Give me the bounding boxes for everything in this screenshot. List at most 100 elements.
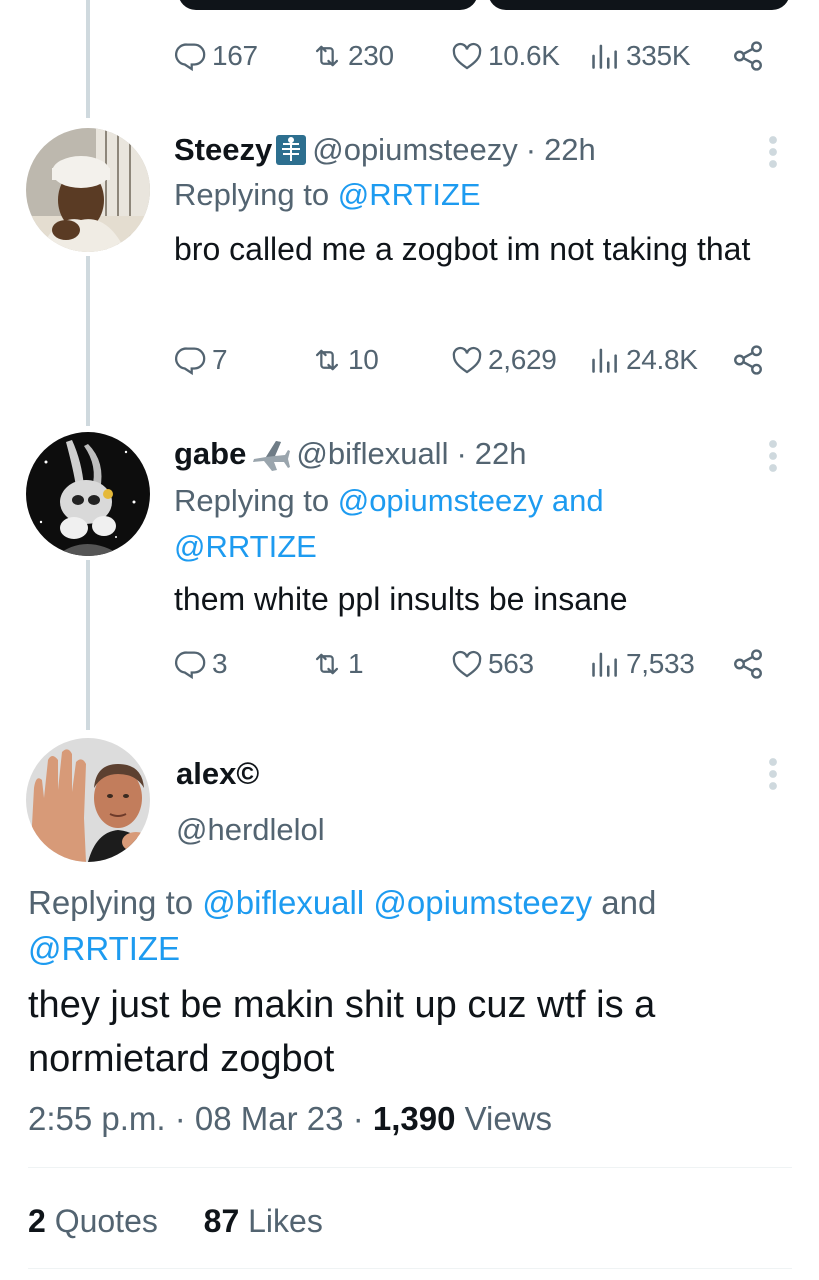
mention-link[interactable]: @RRTIZE bbox=[28, 930, 180, 967]
share-button[interactable] bbox=[730, 340, 766, 380]
reply-icon bbox=[174, 39, 208, 73]
views-button[interactable]: 335K bbox=[588, 36, 691, 76]
like-count: 2,629 bbox=[488, 344, 557, 375]
reply-count: 7 bbox=[212, 344, 228, 375]
reply-button[interactable]: 167 bbox=[174, 36, 258, 76]
reply-count: 3 bbox=[212, 648, 228, 679]
engagement-stats: 2 Quotes 87 Likes bbox=[28, 1198, 323, 1244]
views-count: 1,390 bbox=[372, 1100, 456, 1137]
heart-icon bbox=[450, 343, 484, 377]
views-count: 335K bbox=[626, 40, 691, 71]
views-icon bbox=[588, 647, 622, 681]
like-count: 10.6K bbox=[488, 40, 560, 71]
likes-label: Likes bbox=[248, 1203, 323, 1239]
tweet-text: they just be makin shit up cuz wtf is a … bbox=[28, 984, 656, 1080]
separator-dot: · bbox=[525, 132, 537, 167]
reply-button[interactable]: 7 bbox=[174, 340, 228, 380]
separator-dot: · bbox=[174, 1100, 186, 1137]
like-button[interactable]: 2,629 bbox=[450, 340, 557, 380]
like-button[interactable]: 563 bbox=[450, 644, 534, 684]
reply-icon bbox=[174, 647, 208, 681]
x-ray-icon bbox=[276, 135, 307, 165]
views-count: 7,533 bbox=[626, 648, 695, 679]
views-button[interactable]: 24.8K bbox=[588, 340, 698, 380]
replying-to: Replying to @opiumsteezy and @RRTIZE bbox=[174, 478, 734, 570]
like-count: 563 bbox=[488, 648, 534, 679]
replying-label: Replying to bbox=[28, 884, 194, 921]
user-handle[interactable]: @herdlelol bbox=[176, 808, 325, 852]
mention-link[interactable]: @biflexuall bbox=[202, 884, 364, 921]
more-options-icon[interactable] bbox=[765, 438, 781, 474]
likes-count: 87 bbox=[203, 1203, 240, 1239]
avatar[interactable] bbox=[26, 432, 150, 556]
avatar[interactable] bbox=[26, 128, 150, 252]
views-button[interactable]: 7,533 bbox=[588, 644, 695, 684]
retweet-count: 230 bbox=[348, 40, 394, 71]
quotes-link[interactable]: 2 Quotes bbox=[28, 1203, 158, 1239]
divider bbox=[28, 1167, 792, 1168]
tweet-action-bar: 167 230 10.6K 335K bbox=[174, 36, 766, 76]
like-button[interactable]: 10.6K bbox=[450, 36, 560, 76]
user-handle[interactable]: @opiumsteezy bbox=[312, 130, 518, 170]
mention-conjunction: and bbox=[551, 483, 604, 518]
views-icon bbox=[588, 39, 622, 73]
tweet-text: them white ppl insults be insane bbox=[174, 581, 628, 617]
replying-to: Replying to @biflexuall @opiumsteezy and… bbox=[28, 880, 788, 972]
reply-count: 167 bbox=[212, 40, 258, 71]
retweet-icon bbox=[310, 343, 344, 377]
tweet-action-bar: 3 1 563 7,533 bbox=[174, 644, 766, 684]
more-options-icon[interactable] bbox=[765, 134, 781, 170]
tweet-meta: 2:55 p.m. · 08 Mar 23 · 1,390 Views bbox=[28, 1096, 552, 1142]
retweet-icon bbox=[310, 647, 344, 681]
views-icon bbox=[588, 343, 622, 377]
mention-link[interactable]: @RRTIZE bbox=[174, 529, 317, 564]
share-icon bbox=[731, 647, 765, 681]
heart-icon bbox=[450, 647, 484, 681]
airplane-icon bbox=[250, 437, 291, 471]
tweet-date[interactable]: 08 Mar 23 bbox=[195, 1100, 344, 1137]
views-label: Views bbox=[464, 1100, 553, 1137]
tweet-text: bro called me a zogbot im not taking tha… bbox=[174, 231, 751, 267]
retweet-count: 1 bbox=[348, 648, 364, 679]
retweet-count: 10 bbox=[348, 344, 379, 375]
avatar[interactable] bbox=[26, 738, 150, 862]
share-button[interactable] bbox=[730, 36, 766, 76]
display-name[interactable]: Steezy bbox=[174, 130, 272, 170]
retweet-button[interactable]: 230 bbox=[310, 36, 394, 76]
replying-to: Replying to @RRTIZE bbox=[174, 172, 481, 218]
tweet-action-bar: 7 10 2,629 24.8K bbox=[174, 340, 766, 380]
thread-line bbox=[86, 0, 90, 118]
retweet-button[interactable]: 10 bbox=[310, 340, 379, 380]
reply-icon bbox=[174, 343, 208, 377]
thread-line bbox=[86, 256, 90, 426]
replying-label: Replying to bbox=[174, 177, 330, 212]
quotes-count: 2 bbox=[28, 1203, 46, 1239]
likes-link[interactable]: 87 Likes bbox=[204, 1203, 323, 1239]
views-count: 24.8K bbox=[626, 344, 698, 375]
tweet-time[interactable]: 22h bbox=[544, 130, 596, 170]
previous-tweet-media[interactable] bbox=[178, 0, 790, 10]
display-name[interactable]: gabe bbox=[174, 434, 246, 474]
thread-line bbox=[86, 560, 90, 730]
mention-link[interactable]: @RRTIZE bbox=[338, 177, 481, 212]
tweet-time[interactable]: 2:55 p.m. bbox=[28, 1100, 166, 1137]
separator-dot: · bbox=[456, 436, 467, 471]
user-handle[interactable]: @biflexuall bbox=[296, 434, 448, 474]
retweet-icon bbox=[310, 39, 344, 73]
more-options-icon[interactable] bbox=[765, 756, 781, 792]
retweet-button[interactable]: 1 bbox=[310, 644, 364, 684]
divider bbox=[28, 1268, 792, 1269]
display-name[interactable]: alex© bbox=[176, 752, 259, 796]
tweet-time[interactable]: 22h bbox=[475, 434, 527, 474]
mention-conjunction: and bbox=[601, 884, 657, 921]
tweet-header: gabe @biflexuall · 22h bbox=[174, 434, 527, 474]
quotes-label: Quotes bbox=[54, 1203, 158, 1239]
mention-link[interactable]: @opiumsteezy bbox=[373, 884, 592, 921]
share-icon bbox=[731, 343, 765, 377]
mention-link[interactable]: @opiumsteezy bbox=[338, 483, 544, 518]
share-button[interactable] bbox=[730, 644, 766, 684]
tweet-header: Steezy @opiumsteezy · 22h bbox=[174, 130, 596, 170]
separator-dot: · bbox=[352, 1100, 364, 1137]
share-icon bbox=[731, 39, 765, 73]
reply-button[interactable]: 3 bbox=[174, 644, 228, 684]
